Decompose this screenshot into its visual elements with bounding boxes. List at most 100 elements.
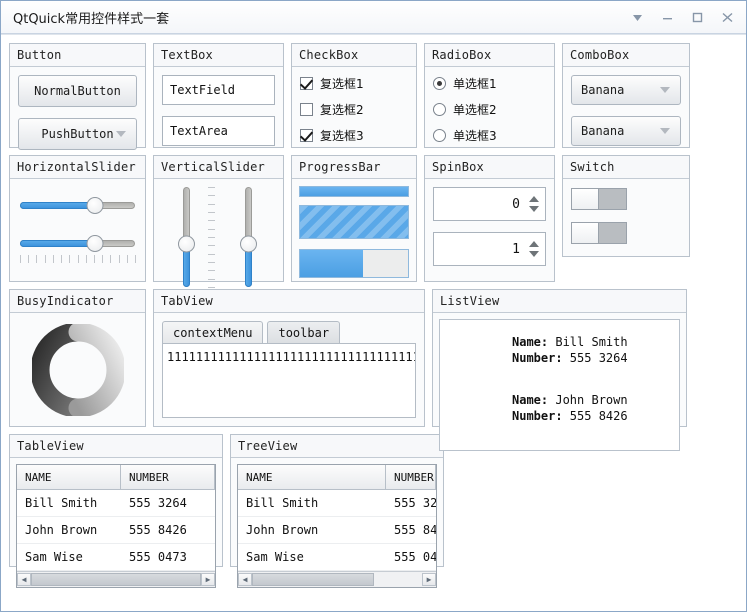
push-button[interactable]: PushButton [18,118,137,150]
spinbox-second[interactable]: 1 [433,232,546,266]
vertical-slider-2[interactable] [238,187,260,287]
group-button-title: Button [10,44,145,67]
table-horizontal-scrollbar[interactable]: ◀ ▶ [17,571,215,587]
group-progressbar-title: ProgressBar [292,156,416,179]
tree-column-name[interactable]: NAME [238,465,386,490]
normal-button-label: NormalButton [34,84,121,98]
normal-button[interactable]: NormalButton [18,75,137,107]
combobox-first[interactable]: Banana [571,75,681,105]
horizontal-slider-2[interactable] [20,233,135,253]
list-item-number-label: Number: [512,351,563,365]
checkbox-unchecked-icon [300,102,313,116]
slider-handle[interactable] [178,235,195,253]
maximize-icon[interactable] [682,4,712,30]
table-column-name[interactable]: NAME [17,465,121,490]
table-view[interactable]: NAME NUMBER Bill Smith 555 3264 John Bro… [16,464,216,588]
table-row[interactable]: Sam Wise 555 0473 [17,544,215,571]
table-column-number[interactable]: NUMBER [121,465,215,490]
group-textbox-body: TextField TextArea [154,67,283,154]
radio-item-2[interactable]: 单选框2 [433,98,546,120]
slider-tick-marks [20,255,136,265]
slider-handle[interactable] [86,235,104,252]
radio-item-1[interactable]: 单选框1 [433,72,546,94]
slider-fill [20,240,95,247]
group-busyindicator-title: BusyIndicator [10,290,145,313]
textarea-input[interactable]: TextArea [162,116,275,146]
tree-horizontal-scrollbar[interactable]: ◀ ▶ [238,571,436,587]
scrollbar-thumb[interactable] [31,573,201,586]
scroll-right-icon[interactable]: ▶ [201,573,215,586]
list-view[interactable]: Name: Bill Smith Number: 555 3264 Name: … [439,319,680,451]
tree-body: Bill Smith 555 3264 John Brown 555 8426 … [238,490,436,571]
table-row[interactable]: John Brown 555 8426 [17,517,215,544]
tree-cell-name: Sam Wise [246,550,304,564]
dropdown-icon[interactable] [622,4,652,30]
checkbox-item-3[interactable]: 复选框3 [300,124,408,146]
checkbox-item-2-label: 复选框2 [320,102,364,117]
tab-panel-content: 1111111111111111111111111111111111111111… [162,343,416,418]
list-item-name-label: Name: [512,393,549,407]
spinner-up-icon[interactable] [529,196,539,202]
tree-column-number[interactable]: NUMBER [386,465,436,490]
spinbox-stepper[interactable] [529,196,539,212]
group-radiobox: RadioBox 单选框1 单选框2 单选框3 [424,43,555,148]
scroll-left-icon[interactable]: ◀ [238,573,252,586]
tree-row[interactable]: Bill Smith 555 3264 [238,490,436,517]
scrollbar-trough[interactable] [252,573,422,586]
table-cell-name: Sam Wise [25,550,83,564]
tree-header: NAME NUMBER [238,465,436,490]
scroll-left-icon[interactable]: ◀ [17,573,31,586]
group-checkbox-body: 复选框1 复选框2 复选框3 [292,67,416,155]
group-tabview-body: contextMenu toolbar 11111111111111111111… [154,313,424,426]
table-row[interactable]: Bill Smith 555 3264 [17,490,215,517]
radio-item-3[interactable]: 单选框3 [433,124,546,146]
close-icon[interactable] [712,4,742,30]
spinner-down-icon[interactable] [529,251,539,257]
spinbox-first[interactable]: 0 [433,187,546,221]
group-button-body: NormalButton PushButton [10,67,145,158]
vertical-slider-1[interactable] [176,187,198,287]
group-treeview-title: TreeView [231,435,443,458]
list-item-name-value: Bill Smith [548,335,628,349]
tab-contextmenu[interactable]: contextMenu [162,321,264,343]
group-tabview-title: TabView [154,290,424,313]
checkbox-item-2[interactable]: 复选框2 [300,98,408,120]
spinbox-stepper[interactable] [529,241,539,257]
horizontal-slider-1[interactable] [20,195,135,215]
slider-handle[interactable] [240,235,257,253]
textfield-value: TextField [170,83,236,97]
slider-handle[interactable] [86,197,104,214]
progressbar-fill [300,206,408,238]
tree-row[interactable]: Sam Wise 555 0473 [238,544,436,571]
combobox-second[interactable]: Banana [571,116,681,146]
tab-toolbar-label: toolbar [278,325,330,340]
group-treeview-body: NAME NUMBER Bill Smith 555 3264 John Bro… [231,458,443,594]
list-item[interactable]: Name: Bill Smith Number: 555 3264 [440,334,679,366]
tab-toolbar[interactable]: toolbar [267,321,341,343]
minimize-icon[interactable] [652,4,682,30]
spinner-down-icon[interactable] [529,206,539,212]
radio-item-1-label: 单选框1 [453,76,497,91]
switch-first[interactable] [571,188,627,210]
tree-cell-number: 555 3264 [394,496,436,510]
group-combobox-title: ComboBox [563,44,689,67]
textfield-input[interactable]: TextField [162,75,275,105]
scrollbar-thumb[interactable] [252,573,375,586]
list-item-name-value: John Brown [548,393,628,407]
scroll-right-icon[interactable]: ▶ [422,573,436,586]
tree-cell-name: John Brown [246,523,319,537]
group-listview-title: ListView [433,290,686,313]
chevron-down-icon [660,87,670,93]
list-item[interactable]: Name: John Brown Number: 555 8426 [440,392,679,424]
tree-row[interactable]: John Brown 555 8426 [238,517,436,544]
tree-cell-name: Bill Smith [246,496,319,510]
spinner-up-icon[interactable] [529,241,539,247]
table-cell-number: 555 0473 [129,550,187,564]
textarea-value: TextArea [170,124,228,138]
tree-view[interactable]: NAME NUMBER Bill Smith 555 3264 John Bro… [237,464,437,588]
checkbox-item-1[interactable]: 复选框1 [300,72,408,94]
app-window: QtQuick常用控件样式一套 Button NormalButton Push… [0,0,747,612]
group-listview-body: Name: Bill Smith Number: 555 3264 Name: … [433,313,686,457]
switch-second[interactable] [571,222,627,244]
scrollbar-trough[interactable] [31,573,201,586]
